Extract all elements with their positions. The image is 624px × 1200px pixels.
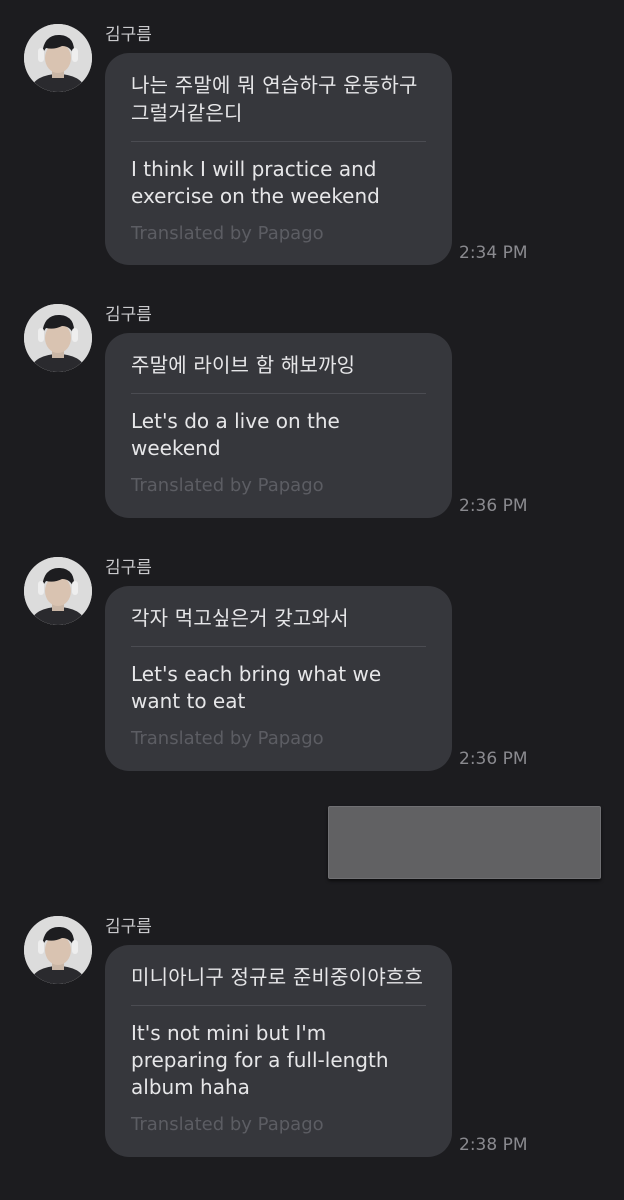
message-bubble[interactable]: 주말에 라이브 함 해보까잉 Let's do a live on the we… bbox=[105, 333, 452, 518]
message-bubble[interactable]: 미니아니구 정규로 준비중이야흐흐 It's not mini but I'm … bbox=[105, 945, 452, 1157]
timestamp: 2:36 PM bbox=[459, 749, 528, 769]
translated-text: Let's each bring what we want to eat bbox=[131, 662, 382, 713]
translated-by-label: Translated by Papago bbox=[131, 223, 324, 244]
sender-name: 김구름 bbox=[105, 917, 152, 937]
avatar-photo-icon bbox=[24, 916, 92, 984]
translated-text: It's not mini but I'm preparing for a fu… bbox=[131, 1021, 389, 1099]
divider bbox=[131, 393, 426, 394]
divider bbox=[131, 141, 426, 142]
translated-by-label: Translated by Papago bbox=[131, 728, 324, 749]
sender-name: 김구름 bbox=[105, 558, 152, 578]
avatar[interactable] bbox=[24, 916, 92, 984]
avatar-photo-icon bbox=[24, 304, 92, 372]
timestamp: 2:38 PM bbox=[459, 1135, 528, 1155]
avatar-photo-icon bbox=[24, 24, 92, 92]
original-text: 나는 주말에 뭐 연습하구 운동하구 그럴거같은디 bbox=[131, 73, 418, 125]
translated-by-label: Translated by Papago bbox=[131, 1114, 324, 1135]
translated-text: I think I will practice and exercise on … bbox=[131, 157, 380, 208]
avatar-photo-icon bbox=[24, 557, 92, 625]
divider bbox=[131, 1005, 426, 1006]
original-text: 주말에 라이브 함 해보까잉 bbox=[131, 353, 356, 377]
translated-text: Let's do a live on the weekend bbox=[131, 409, 340, 460]
sent-message-redacted[interactable] bbox=[328, 806, 601, 879]
original-text: 미니아니구 정규로 준비중이야흐흐 bbox=[131, 965, 424, 989]
avatar[interactable] bbox=[24, 557, 92, 625]
sender-name: 김구름 bbox=[105, 25, 152, 45]
avatar[interactable] bbox=[24, 304, 92, 372]
timestamp: 2:36 PM bbox=[459, 496, 528, 516]
timestamp: 2:34 PM bbox=[459, 243, 528, 263]
message-bubble[interactable]: 나는 주말에 뭐 연습하구 운동하구 그럴거같은디 I think I will… bbox=[105, 53, 452, 265]
divider bbox=[131, 646, 426, 647]
translated-by-label: Translated by Papago bbox=[131, 475, 324, 496]
message-bubble[interactable]: 각자 먹고싶은거 갖고와서 Let's each bring what we w… bbox=[105, 586, 452, 771]
original-text: 각자 먹고싶은거 갖고와서 bbox=[131, 606, 349, 630]
avatar[interactable] bbox=[24, 24, 92, 92]
sender-name: 김구름 bbox=[105, 305, 152, 325]
